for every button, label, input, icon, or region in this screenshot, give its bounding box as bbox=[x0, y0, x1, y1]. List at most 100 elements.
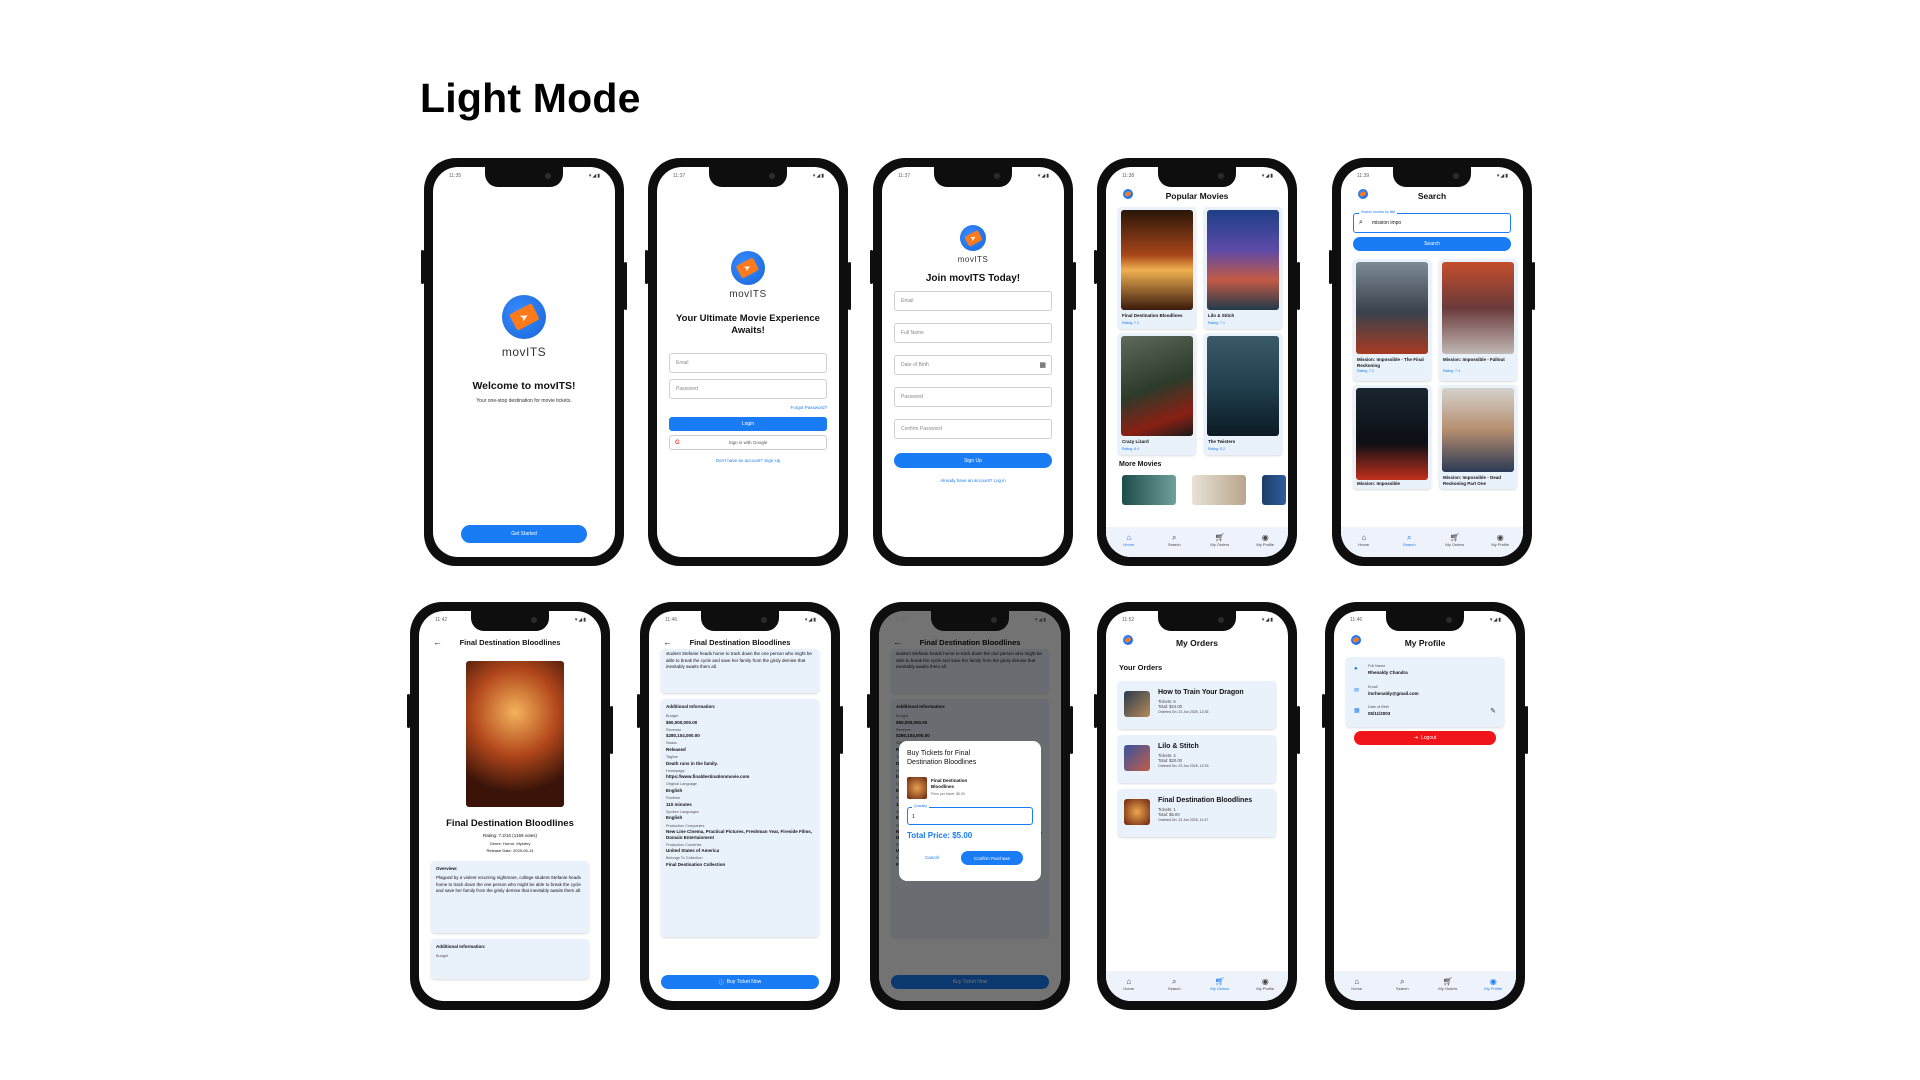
cart-icon: 🛒︎ bbox=[1442, 977, 1453, 986]
signup-button[interactable]: Sign Up bbox=[894, 453, 1052, 468]
nav-orders[interactable]: 🛒︎ My Orders bbox=[1200, 977, 1240, 991]
dob-placeholder: Date of Birth bbox=[901, 362, 929, 368]
buy-ticket-button[interactable]: ⓘ Buy Ticket Now bbox=[661, 975, 819, 989]
search-icon: ⌕ bbox=[1359, 219, 1363, 226]
nav-profile-label: My Profile bbox=[1491, 542, 1510, 547]
cancel-button[interactable]: Cancel bbox=[925, 855, 939, 860]
calendar-icon[interactable]: ▦ bbox=[1039, 361, 1046, 369]
phone-profile: 11:46 ▾◢▮ My Profile ● Full Name Rhenaldy … bbox=[1322, 602, 1528, 1010]
search-input-value: mission impo bbox=[1372, 220, 1402, 226]
movie-title: Mission: Impossible - Fallout bbox=[1443, 357, 1505, 362]
info-key: Budget bbox=[436, 954, 449, 958]
additional-info-card: Additional Information: Budget bbox=[431, 939, 589, 979]
confirm-purchase-button[interactable]: Confirm Purchase bbox=[961, 851, 1023, 865]
nav-orders[interactable]: 🛒︎ My Orders bbox=[1200, 533, 1240, 547]
google-signin-button[interactable]: G Sign in with Google bbox=[669, 435, 827, 450]
movie-title: The Twisters bbox=[1208, 439, 1236, 444]
nav-profile-label: My Profile bbox=[1256, 542, 1275, 547]
signup-link[interactable]: Don't have an account? Sign Up bbox=[657, 458, 839, 463]
nav-profile[interactable]: ◉ My Profile bbox=[1473, 977, 1513, 991]
status-icons: ▾◢▮ bbox=[1496, 173, 1509, 179]
status-time: 11:39 bbox=[1357, 173, 1370, 179]
phone-purchase-dialog: 11:47▾◢▮ ← Final Destination Bloodlines … bbox=[867, 602, 1073, 1010]
nav-profile[interactable]: ◉ My Profile bbox=[1245, 533, 1285, 547]
login-link[interactable]: Already have an account? Log in bbox=[882, 478, 1064, 483]
notch bbox=[1393, 167, 1471, 187]
movie-card[interactable]: Final Destination Bloodlines Rating: 7.2 bbox=[1118, 207, 1196, 329]
nav-orders[interactable]: 🛒︎ My Orders bbox=[1428, 977, 1468, 991]
app-logo: ➤ bbox=[960, 225, 986, 251]
dob-label: Date of Birth bbox=[1368, 705, 1390, 709]
result-card[interactable]: Mission: Impossible - The Final Reckonin… bbox=[1353, 259, 1431, 381]
email-field[interactable]: Email bbox=[669, 353, 827, 373]
cart-icon: 🛒︎ bbox=[1214, 977, 1225, 986]
dob-field[interactable]: Date of Birth ▦ bbox=[894, 355, 1052, 375]
search-input[interactable]: Search movies by title ⌕ mission impo bbox=[1353, 210, 1511, 233]
nav-search[interactable]: ⌕ Search bbox=[1154, 977, 1194, 991]
nav-orders-label: My Orders bbox=[1210, 986, 1230, 991]
app-logo: ➤ bbox=[502, 295, 546, 339]
cart-icon: 🛒︎ bbox=[1449, 533, 1460, 542]
email-field[interactable]: Email bbox=[894, 291, 1052, 311]
login-title: Your Ultimate Movie Experience Awaits! bbox=[676, 313, 820, 336]
get-started-button[interactable]: Get Started bbox=[461, 525, 587, 543]
dialog-price: Price per ticket: $5.00 bbox=[931, 792, 965, 796]
password-field[interactable]: Password bbox=[894, 387, 1052, 407]
login-button[interactable]: Login bbox=[669, 417, 827, 431]
welcome-subtitle: Your one-stop destination for movie tick… bbox=[476, 398, 572, 404]
order-card[interactable]: Final Destination Bloodlines Tickets: 1T… bbox=[1118, 789, 1276, 837]
movie-thumb[interactable] bbox=[1262, 475, 1286, 505]
nav-profile[interactable]: ◉ My Profile bbox=[1245, 977, 1285, 991]
quantity-input[interactable]: Quantity 1 bbox=[907, 804, 1033, 825]
detail-title: Final Destination Bloodlines bbox=[459, 638, 561, 647]
google-signin-label: Sign in with Google bbox=[728, 440, 768, 445]
home-title: Popular Movies bbox=[1165, 191, 1229, 201]
logout-button[interactable]: ⇥ Logout bbox=[1354, 731, 1496, 745]
nav-orders[interactable]: 🛒︎ My Orders bbox=[1435, 533, 1475, 547]
status-icons: ▾◢▮ bbox=[1034, 617, 1047, 623]
info-row: Production CountriesUnited States of Ame… bbox=[666, 843, 814, 854]
movie-release: Release Date: 2025-05-14 bbox=[486, 848, 534, 853]
bottom-nav: ⌂ Home ⌕ Search 🛒︎ My Orders ◉ My Profile bbox=[1341, 527, 1523, 557]
search-button[interactable]: Search bbox=[1353, 237, 1511, 251]
info-value: Released bbox=[666, 746, 686, 752]
info-value: 110 minutes bbox=[666, 801, 692, 807]
nav-home[interactable]: ⌂ Home bbox=[1109, 977, 1149, 991]
movie-rating: Rating: 7.4 bbox=[1443, 369, 1460, 373]
confirm-password-field[interactable]: Confirm Password bbox=[894, 419, 1052, 439]
nav-home[interactable]: ⌂ Home bbox=[1337, 977, 1377, 991]
order-card[interactable]: How to Train Your Dragon Tickets: 6 Total… bbox=[1118, 681, 1276, 729]
edit-icon[interactable]: ✎ bbox=[1490, 707, 1496, 715]
additional-info-label: Additional Information: bbox=[436, 944, 486, 949]
result-card[interactable]: Mission: Impossible - Fallout Rating: 7.… bbox=[1439, 259, 1517, 381]
fullname-field[interactable]: Full Name bbox=[894, 323, 1052, 343]
result-card[interactable]: Mission: Impossible - Dead Reckoning Par… bbox=[1439, 385, 1517, 489]
info-row: Revenue$280,104,000.00 bbox=[666, 728, 814, 739]
movie-thumb[interactable] bbox=[1192, 475, 1246, 505]
nav-home[interactable]: ⌂ Home bbox=[1109, 533, 1149, 547]
forgot-password-link[interactable]: Forgot Password? bbox=[790, 405, 827, 410]
nav-profile[interactable]: ◉ My Profile bbox=[1480, 533, 1520, 547]
movie-rating: Rating: 5.2 bbox=[1208, 447, 1225, 451]
result-card[interactable]: Mission: Impossible bbox=[1353, 385, 1431, 489]
nav-search[interactable]: ⌕ Search bbox=[1389, 533, 1429, 547]
movie-card[interactable]: Crazy Lizard Rating: 6.4 bbox=[1118, 333, 1196, 455]
order-card[interactable]: Lilo & Stitch Tickets: 4 Total: $20.00 Ord… bbox=[1118, 735, 1276, 783]
order-meta: Tickets: 4 Total: $20.00 Ordered On: 23 Ju… bbox=[1158, 753, 1208, 769]
nav-search[interactable]: ⌕ Search bbox=[1154, 533, 1194, 547]
calendar-icon: ▦ bbox=[1354, 708, 1360, 714]
notch bbox=[1158, 611, 1236, 631]
notch bbox=[931, 611, 1009, 631]
movie-rating: Rating: 7.2 bbox=[1122, 321, 1139, 325]
movie-card[interactable]: The Twisters Rating: 5.2 bbox=[1204, 333, 1282, 455]
movie-rating: Rating: 7.1 bbox=[1208, 321, 1225, 325]
password-field[interactable]: Password bbox=[669, 379, 827, 399]
nav-search[interactable]: ⌕ Search bbox=[1382, 977, 1422, 991]
movie-rating: Rating: 6.4 bbox=[1122, 447, 1139, 451]
movie-thumb[interactable] bbox=[1122, 475, 1176, 505]
nav-home[interactable]: ⌂ Home bbox=[1344, 533, 1384, 547]
movie-card[interactable]: Lilo & Stitch Rating: 7.1 bbox=[1204, 207, 1282, 329]
notch bbox=[485, 167, 563, 187]
brand-name: movITS bbox=[501, 345, 547, 359]
notch bbox=[934, 167, 1012, 187]
